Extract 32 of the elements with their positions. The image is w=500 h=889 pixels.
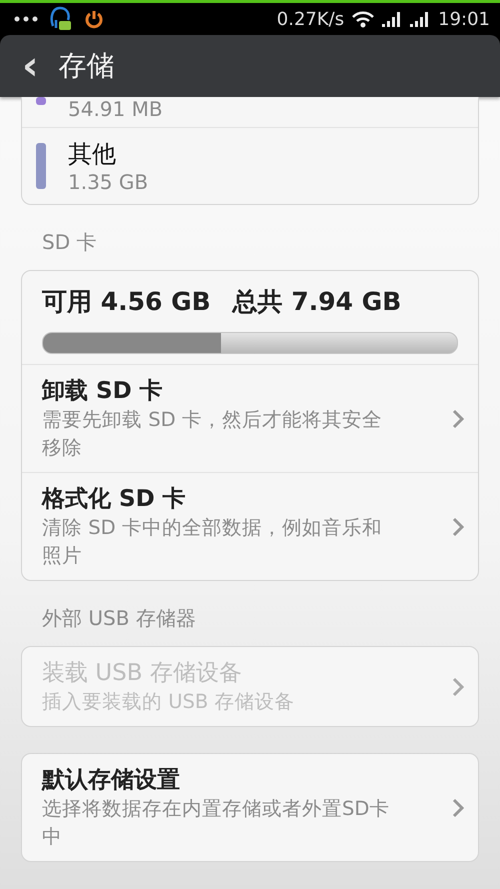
item-description: 需要先卸载 SD 卡，然后才能将其安全移除	[42, 407, 383, 461]
page-title: 存储	[58, 48, 114, 84]
chevron-icon	[452, 516, 464, 536]
item-title: 装载 USB 存储设备	[42, 659, 242, 688]
power-icon	[84, 9, 104, 29]
item-title: 格式化 SD 卡	[42, 485, 186, 514]
item-title: 默认存储设置	[42, 766, 180, 795]
settings-item[interactable]: 默认存储设置 选择将数据存在内置存储或者外置SD卡中	[22, 754, 478, 861]
item-description: 插入要装载的 USB 存储设备	[42, 689, 296, 715]
more-icon	[14, 16, 38, 22]
total-space: 总共 7.94 GB	[232, 286, 402, 318]
signal-icon	[410, 11, 430, 27]
settings-item[interactable]: 格式化 SD 卡 清除 SD 卡中的全部数据，例如音乐和照片	[22, 472, 478, 580]
back-button[interactable]: ‹	[18, 46, 42, 86]
category-size: 54.91 MB	[68, 97, 163, 121]
wifi-icon	[352, 10, 374, 28]
chevron-icon	[452, 798, 464, 818]
section-heading: 外部 USB 存储器	[41, 605, 196, 632]
settings-item[interactable]: 卸载 SD 卡 需要先卸载 SD 卡，然后才能将其安全移除	[22, 364, 478, 472]
item-description: 清除 SD 卡中的全部数据，例如音乐和照片	[42, 515, 383, 569]
headset-icon	[50, 6, 72, 32]
section-heading: SD 卡	[41, 229, 96, 256]
category-name: 其他	[68, 139, 116, 170]
item-description: 选择将数据存在内置存储或者外置SD卡中	[42, 796, 390, 850]
chevron-icon	[452, 408, 464, 428]
category-size: 1.35 GB	[68, 170, 148, 194]
item-title: 卸载 SD 卡	[42, 377, 163, 406]
clock: 19:01	[438, 8, 490, 30]
network-speed: 0.27K/s	[276, 8, 344, 30]
available-space: 可用 4.56 GB	[42, 286, 211, 318]
signal-icon	[382, 11, 402, 27]
chevron-icon	[452, 676, 464, 696]
